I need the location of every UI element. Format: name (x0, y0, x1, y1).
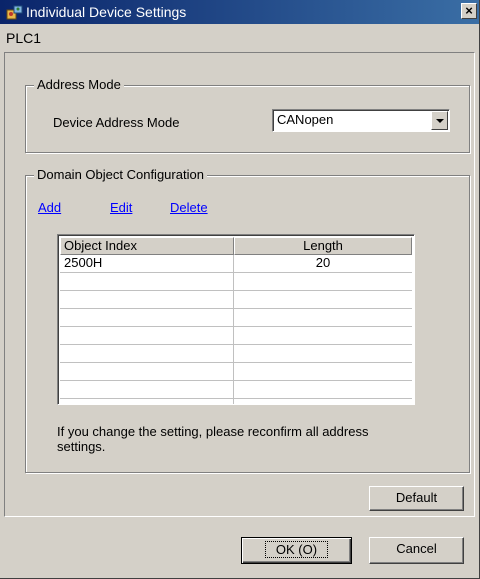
column-header-object-index[interactable]: Object Index (60, 237, 235, 255)
cell-object-index (60, 273, 235, 290)
table-row[interactable] (60, 273, 412, 291)
cancel-button[interactable]: Cancel (369, 537, 464, 564)
column-header-length[interactable]: Length (234, 237, 412, 255)
domain-object-table[interactable]: Object Index Length 2500H 20 (57, 234, 415, 405)
title-bar[interactable]: Individual Device Settings × (0, 0, 479, 24)
table-row[interactable] (60, 399, 412, 404)
close-icon[interactable]: × (461, 3, 477, 19)
table-row[interactable]: 2500H 20 (60, 255, 412, 273)
cell-length (234, 399, 412, 404)
domain-object-legend: Domain Object Configuration (34, 167, 207, 182)
table-row[interactable] (60, 381, 412, 399)
cell-length: 20 (315, 255, 331, 270)
table-row[interactable] (60, 309, 412, 327)
address-mode-legend: Address Mode (34, 77, 124, 92)
table-header: Object Index Length (60, 237, 412, 255)
cell-length (234, 273, 412, 290)
domain-object-group: Domain Object Configuration Add Edit Del… (25, 167, 470, 473)
edit-link[interactable]: Edit (110, 200, 132, 215)
default-button[interactable]: Default (369, 486, 464, 511)
address-mode-group: Address Mode Device Address Mode CANopen (25, 77, 470, 153)
cell-length (234, 327, 412, 344)
cancel-button-label: Cancel (396, 541, 437, 556)
cell-length (234, 345, 412, 362)
cell-object-index (60, 363, 235, 380)
cell-object-index (60, 381, 235, 398)
table-row[interactable] (60, 291, 412, 309)
settings-panel: Address Mode Device Address Mode CANopen… (4, 52, 475, 517)
cell-length (234, 291, 412, 308)
cell-object-index (60, 345, 235, 362)
cell-object-index (60, 327, 235, 344)
cell-length (234, 309, 412, 326)
device-address-mode-value: CANopen (277, 112, 334, 127)
device-settings-icon (6, 5, 23, 20)
table-body: 2500H 20 (60, 255, 412, 404)
cell-length (234, 381, 412, 398)
cell-object-index (60, 399, 235, 404)
device-name: PLC1 (6, 30, 42, 46)
reconfirm-note: If you change the setting, please reconf… (57, 424, 369, 454)
device-address-mode-label: Device Address Mode (53, 115, 180, 130)
window-title: Individual Device Settings (26, 4, 187, 20)
default-button-label: Default (395, 490, 438, 505)
table-row[interactable] (60, 363, 412, 381)
cell-object-index (60, 291, 235, 308)
add-link[interactable]: Add (38, 200, 61, 215)
ok-button-label: OK (O) (264, 541, 329, 558)
table-row[interactable] (60, 327, 412, 345)
cell-length (234, 363, 412, 380)
cell-object-index: 2500H (60, 255, 235, 272)
device-address-mode-select[interactable]: CANopen (272, 109, 450, 132)
chevron-down-icon[interactable] (431, 111, 448, 130)
ok-button[interactable]: OK (O) (241, 537, 352, 564)
cell-object-index (60, 309, 235, 326)
table-row[interactable] (60, 345, 412, 363)
delete-link[interactable]: Delete (170, 200, 208, 215)
dialog-window: Individual Device Settings × PLC1 Addres… (0, 0, 480, 579)
